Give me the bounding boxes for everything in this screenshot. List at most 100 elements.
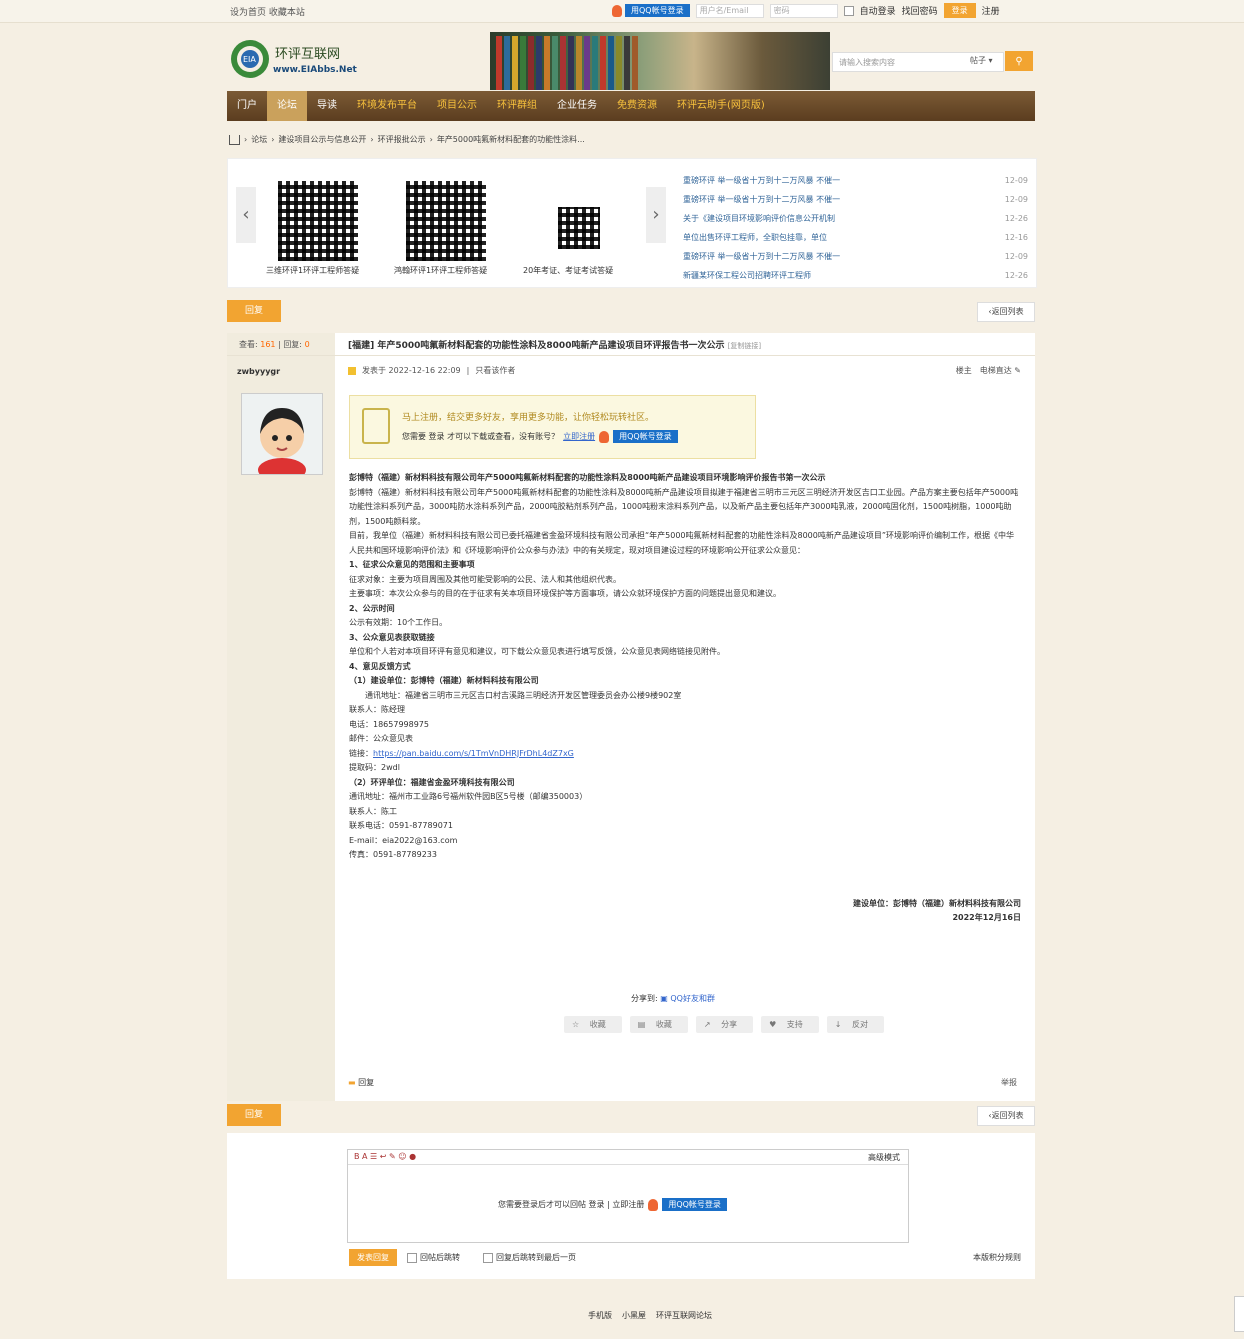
favorite-button[interactable]: ☆ 收藏 [564,1016,622,1033]
editor-toolbar[interactable]: B A ☰ ↩ ✎ ☺ ● [348,1150,908,1165]
qq-login-button[interactable]: 用QQ帐号登录 [662,1198,727,1211]
carousel-panel: ‹ 三维环评1环评工程师答疑 鸿翰环评1环评工程师答疑 20年考证、考证考试答疑… [227,158,1037,288]
search-icon: ⚲ [1015,55,1023,67]
report-link[interactable]: 举报 [1001,1077,1017,1088]
post-stats: 查看: 161 | 回复: 0 [239,340,310,349]
footer-blackroom-link[interactable]: 小黑屋 [622,1310,646,1321]
nav-task[interactable]: 企业任务 [547,91,607,121]
share-button[interactable]: ↗ 分享 [695,1016,754,1033]
download-link[interactable]: https://pan.baidu.com/s/1TmVnDHRJFrDhL4d… [373,749,574,758]
list-item[interactable]: 单位出售环评工程师，全职包挂靠，单位 12-16 [683,228,1028,247]
top-links[interactable]: 设为首页 收藏本站 [230,5,305,18]
copy-link[interactable]: [复制链接] [728,342,761,350]
qq-login-label[interactable]: 用QQ帐号登录 [625,4,690,17]
site-logo[interactable]: EIA 环评互联网 www.EIAbbs.Net [229,37,369,83]
footer-mobile-link[interactable]: 手机版 [588,1310,612,1321]
qq-login[interactable]: 用QQ帐号登录 [612,4,690,17]
nav-assistant[interactable]: 环评云助手(网页版) [667,91,775,121]
nav-resource[interactable]: 免费资源 [607,91,667,121]
header-banner [490,32,830,90]
avatar-icon [258,408,306,482]
register-link[interactable]: 立即注册 [563,431,595,442]
qq-login-button[interactable]: 用QQ帐号登录 [613,430,678,443]
reply-editor[interactable]: B A ☰ ↩ ✎ ☺ ● 高级模式 您需要登录后才可以回帖 登录 | 立即注册… [347,1149,909,1243]
list-item[interactable]: 关于《建设项目环境影响评价信息公开机制 12-26 [683,209,1028,228]
only-author-link[interactable]: 只看该作者 [475,365,515,376]
list-item[interactable]: 新疆某环保工程公司招聘环评工程师 12-26 [683,266,1028,285]
nav-group[interactable]: 环评群组 [487,91,547,121]
post-paragraph: 链接：https://pan.baidu.com/s/1TmVnDHRJFrDh… [349,748,574,758]
nav-platform[interactable]: 环境发布平台 [347,91,427,121]
post: 查看: 161 | 回复: 0 [福建] 年产5000吨氟新材料配套的功能性涂料… [227,333,1035,1101]
qq-icon [612,4,622,17]
notice-actions: 您需要 登录 才可以下载或查看，没有账号？ 立即注册 用QQ帐号登录 [402,430,678,443]
post-paragraph: 提取码：2wdl [349,763,400,772]
register-link[interactable]: 注册 [982,4,1000,17]
post-paragraph: 单位和个人若对本项目环评有意见和建议，可下载公众意见表进行填写反馈，公众意见表网… [349,647,725,656]
avatar[interactable] [241,393,323,482]
support-button[interactable]: ♥ 支持 [761,1016,819,1033]
nav-project[interactable]: 项目公示 [427,91,487,121]
post-meta: 发表于 2022-12-16 22:09 | 只看该作者 [348,365,515,376]
password-input[interactable]: 密码 [769,3,838,18]
back-to-list-button[interactable]: ‹返回列表 [977,302,1035,322]
jump-floor-input[interactable]: 电梯直达 [980,366,1012,375]
post-paragraph: （1）建设单位：彭博特（福建）新材料科技有限公司 [349,676,539,685]
breadcrumb-forum[interactable]: 论坛 [251,134,267,145]
breadcrumb-thread[interactable]: 年产5000吨氟新材料配套的功能性涂料... [437,134,585,145]
top-bar: 设为首页 收藏本站 用QQ帐号登录 用户名/Email 密码 自动登录 找回密码… [0,0,1244,23]
collect-button[interactable]: ▤ 收藏 [629,1016,688,1033]
forgot-password-link[interactable]: 找回密码 [902,4,938,17]
qr-code-image[interactable] [556,205,602,251]
option-last-page[interactable]: 回复后跳转到最后一页 [483,1252,576,1263]
main-nav: 门户 论坛 导读 环境发布平台 项目公示 环评群组 企业任务 免费资源 环评云助… [227,91,1035,121]
post-header: 查看: 161 | 回复: 0 [福建] 年产5000吨氟新材料配套的功能性涂料… [227,333,1035,356]
username-input[interactable]: 用户名/Email [695,3,764,18]
reply-button[interactable]: 回复 [227,300,281,322]
search-placeholder: 请输入搜索内容 [839,57,895,67]
post-paragraph: 联系电话：0591-87789071 [349,821,453,830]
list-item[interactable]: 重磅环评 举一级省十万到十二万风暴 不催一 12-09 [683,247,1028,266]
home-icon[interactable] [229,134,240,145]
breadcrumb-board[interactable]: 环评报批公示 [378,134,426,145]
footer-forum-link[interactable]: 环评互联网论坛 [656,1310,712,1321]
oppose-button[interactable]: ↓ 反对 [826,1016,885,1033]
advanced-mode-link[interactable]: 高级模式 [868,1152,900,1163]
breadcrumb: › 论坛 › 建设项目公示与信息公开 › 环评报批公示 › 年产5000吨氟新材料配套的… [229,134,585,145]
qzone-icon[interactable]: ▣ QQ好友和群 [660,994,715,1003]
reply-link[interactable]: ▬ 回复 [348,1077,374,1088]
rules-link[interactable]: 本版积分规则 [973,1252,1021,1263]
nav-forum[interactable]: 论坛 [267,91,307,121]
option-redirect[interactable]: 回帖后跳转 [407,1252,460,1263]
list-item[interactable]: 重磅环评 举一级省十万到十二万风暴 不催一 12-09 [683,190,1028,209]
post-paragraph: （2）环评单位：福建省金盈环境科技有限公司 [349,777,515,787]
floor-info: 楼主 电梯直达 ✎ [955,366,1021,375]
breadcrumb-section[interactable]: 建设项目公示与信息公开 [278,134,366,145]
carousel-next-button[interactable]: › [646,187,666,243]
submit-reply-button[interactable]: 发表回复 [349,1249,397,1266]
login-notice: 马上注册，结交更多好友，享用更多功能，让你轻松玩转社区。 您需要 登录 才可以下… [349,395,756,459]
login-button[interactable]: 登录 [943,3,976,18]
back-to-list-button[interactable]: ‹返回列表 [977,1106,1035,1126]
post-paragraph: 联系人：陈经理 [349,705,405,714]
post-paragraph: 传真：0591-87789233 [349,850,437,859]
list-item[interactable]: 重磅环评 举一级省十万到十二万风暴 不催一 12-09 [683,171,1028,190]
scroll-top-button[interactable] [1234,1296,1244,1332]
notice-icon [362,408,390,444]
qr-code-image[interactable] [404,179,488,263]
search-button[interactable]: ⚲ [1005,51,1033,71]
notice-text: 马上注册，结交更多好友，享用更多功能，让你轻松玩转社区。 [402,413,655,423]
qr-code-image[interactable] [276,179,360,263]
nav-portal[interactable]: 门户 [227,91,267,121]
author-name[interactable]: zwbyyygr [237,367,280,376]
carousel-prev-button[interactable]: ‹ [236,187,256,243]
autologin-checkbox[interactable] [843,5,854,16]
search-type-select[interactable]: 帖子 ▾ [970,55,993,66]
qq-icon [648,1198,659,1211]
share-row: 分享到: ▣ QQ好友和群 [631,994,715,1003]
nav-guide[interactable]: 导读 [307,91,347,121]
logo-text: 环评互联网 [275,47,341,62]
post-paragraph: 2、公示时间 [349,603,395,613]
news-list: 重磅环评 举一级省十万到十二万风暴 不催一 12-09 重磅环评 举一级省十万到十… [683,171,1028,285]
reply-button[interactable]: 回复 [227,1104,281,1126]
